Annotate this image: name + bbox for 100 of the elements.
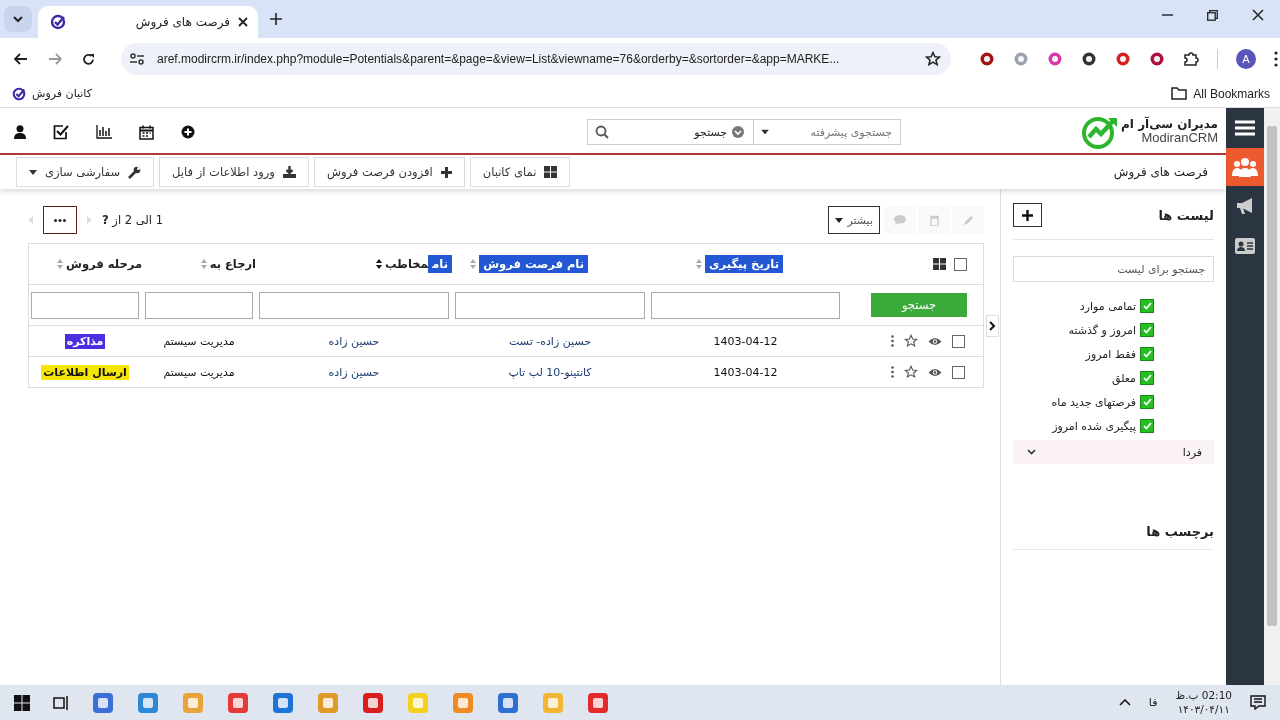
- megaphone-icon: [1235, 197, 1255, 215]
- site-icon: [12, 86, 26, 101]
- bar-chart-icon[interactable]: [96, 125, 112, 139]
- toolbar-button[interactable]: نمای کانبان: [469, 157, 571, 187]
- list-checkbox[interactable]: [1140, 371, 1154, 385]
- back-icon[interactable]: [14, 53, 28, 65]
- address-bar[interactable]: aref.modircrm.ir/index.php?module=Potentials&parent=&page=&view=List&viewname=76&orderby=&sortorder=&app=MARKE...: [121, 43, 951, 75]
- check-icon: [1142, 326, 1152, 334]
- select-all-checkbox[interactable]: [954, 257, 967, 271]
- menu-icon[interactable]: [1274, 51, 1278, 67]
- star-icon[interactable]: [904, 365, 918, 379]
- dropdown-caret-icon[interactable]: [761, 129, 770, 135]
- task-icon[interactable]: [53, 124, 69, 140]
- bookmark-link[interactable]: کانبان فروش: [12, 86, 92, 101]
- extension-icon[interactable]: [979, 51, 995, 67]
- list-group[interactable]: فردا: [1013, 440, 1214, 464]
- search-field[interactable]: جستجو: [587, 119, 754, 145]
- column-header[interactable]: نام مخاطب: [384, 257, 452, 271]
- collapse-panel-button[interactable]: [986, 315, 999, 337]
- start-icon[interactable]: [14, 694, 30, 711]
- tab-list-button[interactable]: [4, 6, 32, 32]
- profile-avatar[interactable]: A: [1236, 49, 1256, 69]
- browser-tab[interactable]: فرصت های فروش: [38, 6, 258, 38]
- close-icon[interactable]: [1252, 9, 1264, 21]
- toolbar-button[interactable]: سفارشی سازی: [16, 157, 155, 187]
- restore-icon[interactable]: [1207, 9, 1218, 21]
- app-icon[interactable]: [272, 691, 294, 714]
- language-indicator[interactable]: فا: [1148, 696, 1158, 709]
- extension-icon[interactable]: [1081, 51, 1097, 67]
- eye-icon[interactable]: [928, 336, 942, 346]
- task-view-icon[interactable]: [53, 694, 69, 711]
- filter-field[interactable]: [455, 291, 645, 319]
- sort-icon[interactable]: [375, 259, 382, 269]
- list-search-field[interactable]: جستجو برای لیست: [1013, 256, 1214, 282]
- row-checkbox[interactable]: [952, 365, 965, 379]
- advanced-search-field[interactable]: جستجوی پیشرفته: [753, 119, 902, 145]
- calendar-icon[interactable]: [139, 124, 154, 140]
- notification-icon[interactable]: [1250, 695, 1266, 710]
- grid-icon[interactable]: [933, 258, 946, 270]
- app-icon[interactable]: [362, 691, 384, 714]
- clock[interactable]: 02:10 ب.ظ ۱۴۰۳/۰۴/۱۱: [1175, 689, 1232, 716]
- chevron-right-icon: [989, 321, 996, 331]
- kebab-icon[interactable]: [891, 335, 894, 347]
- search-icon[interactable]: [595, 125, 610, 139]
- reload-icon[interactable]: [82, 52, 95, 66]
- more-pages-button[interactable]: [43, 206, 77, 234]
- kebab-icon[interactable]: [891, 366, 894, 378]
- add-icon[interactable]: [181, 125, 195, 139]
- check-icon: [1142, 422, 1152, 430]
- table-link[interactable]: حسین زاده: [328, 334, 380, 348]
- add-list-button[interactable]: [1013, 203, 1042, 227]
- list-checkbox[interactable]: [1140, 419, 1154, 433]
- column-header[interactable]: نام فرصت فروش: [479, 257, 588, 271]
- scrollbar-thumb[interactable]: [1267, 126, 1277, 626]
- star-icon[interactable]: [925, 51, 941, 67]
- close-icon[interactable]: [238, 17, 248, 27]
- forward-icon[interactable]: [48, 53, 62, 65]
- toolbar-button[interactable]: ورود اطلاعات از فایل: [159, 157, 309, 187]
- app-icon[interactable]: [497, 691, 519, 714]
- user-icon[interactable]: [14, 125, 26, 139]
- column-header[interactable]: مرحله فروش: [66, 257, 142, 271]
- list-checkbox[interactable]: [1140, 323, 1154, 337]
- list-checkbox[interactable]: [1140, 347, 1154, 361]
- star-icon[interactable]: [904, 334, 918, 348]
- list-item[interactable]: فرصتهای جدید ماه: [1051, 395, 1136, 409]
- list-item[interactable]: معلق: [1112, 371, 1136, 385]
- row-checkbox[interactable]: [952, 334, 965, 348]
- filter-field[interactable]: [31, 291, 139, 319]
- filter-field[interactable]: [651, 291, 840, 319]
- column-header[interactable]: ارجاع به: [209, 257, 256, 271]
- more-dropdown[interactable]: بیشتر: [828, 206, 880, 234]
- puzzle-icon[interactable]: [1183, 51, 1199, 67]
- list-checkbox[interactable]: [1140, 395, 1154, 409]
- app-icon[interactable]: [227, 691, 249, 714]
- folder-icon: [1171, 87, 1188, 100]
- chevron-down-icon: [13, 15, 23, 23]
- column-header[interactable]: تاریخ پیگیری: [705, 257, 783, 271]
- list-item[interactable]: امروز و گذشته: [1068, 323, 1136, 337]
- table-link[interactable]: حسین زاده: [328, 365, 380, 379]
- list-item[interactable]: تمامی موارد: [1079, 299, 1136, 313]
- people-button[interactable]: [1226, 148, 1264, 186]
- app-icon[interactable]: [587, 691, 609, 714]
- chevron-circle-icon[interactable]: [731, 125, 746, 139]
- list-checkbox[interactable]: [1140, 299, 1154, 313]
- extension-icon[interactable]: [1149, 51, 1165, 67]
- tags-title: برچسب ها: [1146, 524, 1214, 539]
- new-tab-icon[interactable]: [270, 13, 282, 25]
- table-link[interactable]: حسین زاده- تست: [509, 334, 591, 348]
- table-link[interactable]: کانتینو-10 لب تاپ: [508, 365, 592, 379]
- list-item[interactable]: پیگیری شده امروز: [1052, 419, 1136, 433]
- app-icon[interactable]: [137, 691, 159, 714]
- site-settings-icon[interactable]: [129, 53, 145, 65]
- app-icon[interactable]: [92, 691, 114, 714]
- chevron-up-icon[interactable]: [1118, 699, 1131, 706]
- eye-icon[interactable]: [928, 367, 942, 377]
- filter-field[interactable]: [259, 291, 449, 319]
- toolbar-button[interactable]: افزودن فرصت فروش: [313, 157, 465, 187]
- filter-field[interactable]: [145, 291, 253, 319]
- list-item[interactable]: فقط امروز: [1085, 347, 1136, 361]
- all-bookmarks-button[interactable]: All Bookmarks: [1171, 86, 1270, 101]
